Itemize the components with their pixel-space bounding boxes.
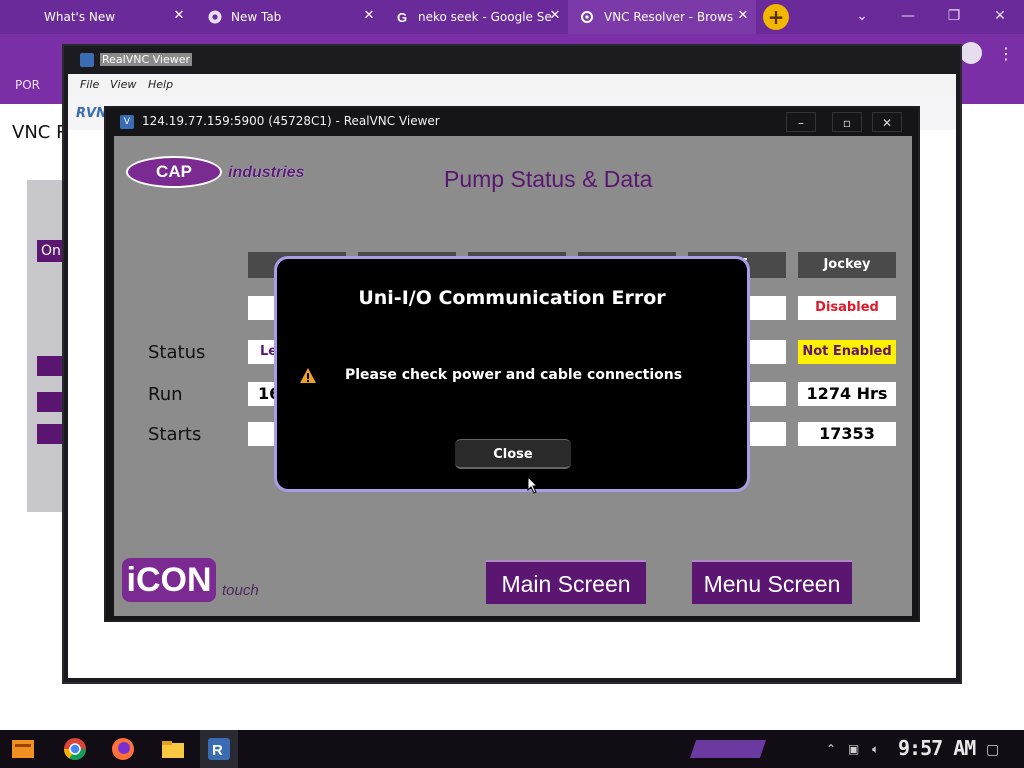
icon-touch-text: touch (222, 582, 259, 599)
start-icon[interactable] (10, 736, 36, 762)
mouse-cursor-icon (527, 476, 539, 494)
chrome-icon (208, 10, 222, 24)
tab-vnc-resolver[interactable]: VNC Resolver - Brows ✕ (568, 0, 756, 34)
side-button[interactable] (37, 356, 65, 376)
window-title: 124.19.77.159:5900 (45728C1) - RealVNC V… (142, 114, 440, 128)
minimize-button[interactable]: — (894, 5, 922, 27)
close-icon[interactable]: ✕ (548, 9, 562, 23)
side-button[interactable] (37, 424, 65, 444)
realvnc-icon (80, 53, 94, 67)
firefox-icon[interactable] (110, 736, 136, 762)
window-title: RealVNC Viewer (100, 53, 193, 66)
nav-link-por[interactable]: POR (15, 78, 40, 92)
taskbar: R (0, 730, 1024, 768)
taskbar-clock[interactable]: 9:57 AM (898, 736, 976, 760)
restore-button[interactable]: ▫ (832, 112, 862, 132)
svg-text:G: G (397, 10, 407, 24)
restore-button[interactable]: ❐ (940, 5, 968, 27)
realvnc-icon: R (208, 738, 230, 760)
notification-icon[interactable]: ▢ (986, 742, 999, 758)
status-label: Status (148, 342, 206, 363)
svg-text:R: R (212, 742, 223, 759)
tab-title: New Tab (231, 10, 282, 24)
tab-new-tab[interactable]: New Tab ✕ (192, 0, 383, 34)
menu-help[interactable]: Help (148, 78, 173, 91)
close-icon[interactable]: ✕ (172, 9, 186, 23)
jockey-starts-value: 17353 (798, 422, 896, 446)
menu-view[interactable]: View (110, 78, 136, 91)
icon-logo: iCON (122, 558, 216, 602)
run-label: Run (148, 384, 183, 405)
tab-whats-new[interactable]: What's New ✕ (0, 0, 193, 34)
outer-vnc-titlebar: RealVNC Viewer (64, 46, 960, 74)
taskbar-accent (690, 740, 766, 758)
more-menu-icon[interactable]: ⋮ (998, 44, 1014, 64)
settings-favicon-icon (581, 11, 593, 23)
avatar[interactable] (960, 42, 982, 64)
close-window-button[interactable]: ✕ (872, 112, 902, 132)
close-icon[interactable]: ✕ (362, 9, 376, 23)
tab-neko-seek[interactable]: G neko seek - Google Se ✕ (382, 0, 568, 34)
jockey-enable-value: Disabled (798, 296, 896, 320)
tab-title: VNC Resolver - Brows (604, 10, 734, 24)
google-icon: G (397, 10, 407, 24)
dialog-message: Please check power and cable connections (345, 367, 683, 383)
starts-label: Starts (148, 424, 202, 445)
side-button[interactable]: On (37, 240, 65, 262)
menu-bar: File View Help (68, 74, 956, 96)
close-button[interactable]: Close (455, 439, 571, 469)
page-title: Pump Status & Data (444, 166, 653, 192)
tab-title: neko seek - Google Se (418, 10, 552, 24)
dialog-title: Uni-I/O Communication Error (358, 287, 666, 309)
jockey-header: Jockey (798, 252, 896, 278)
inner-vnc-titlebar: V 124.19.77.159:5900 (45728C1) - RealVNC… (106, 108, 918, 136)
chrome-icon[interactable] (62, 736, 88, 762)
jockey-run-value: 1274 Hrs (798, 382, 896, 406)
volume-icon[interactable]: 🔈︎ (872, 742, 879, 757)
tab-search-dropdown-icon[interactable]: ⌄ (848, 5, 876, 27)
realvnc-icon: V (120, 115, 134, 129)
cap-logo-text: industries (228, 164, 305, 181)
side-panel: On (27, 180, 65, 512)
active-taskbar-item[interactable]: R (200, 730, 238, 768)
menu-file[interactable]: File (80, 78, 99, 91)
jockey-status-value: Not Enabled (798, 340, 896, 364)
cap-logo: CAP (126, 156, 222, 188)
close-window-button[interactable]: ✕ (986, 5, 1014, 27)
tab-title: What's New (44, 10, 116, 24)
side-button[interactable] (37, 392, 65, 412)
chevron-up-icon[interactable]: ⌃ (826, 742, 836, 756)
error-dialog: Uni-I/O Communication Error Please check… (274, 256, 750, 492)
browser-tabbar: What's New ✕ New Tab ✕ G neko seek - Goo… (0, 0, 1024, 41)
new-tab-button[interactable]: + (763, 4, 789, 30)
menu-screen-button[interactable]: Menu Screen (692, 560, 852, 604)
network-icon[interactable]: ▣ (848, 742, 859, 756)
main-screen-button[interactable]: Main Screen (486, 560, 646, 604)
file-explorer-icon[interactable] (160, 736, 186, 762)
close-icon[interactable]: ✕ (736, 9, 750, 23)
warning-triangle-icon (300, 368, 316, 383)
minimize-button[interactable]: – (786, 112, 816, 132)
